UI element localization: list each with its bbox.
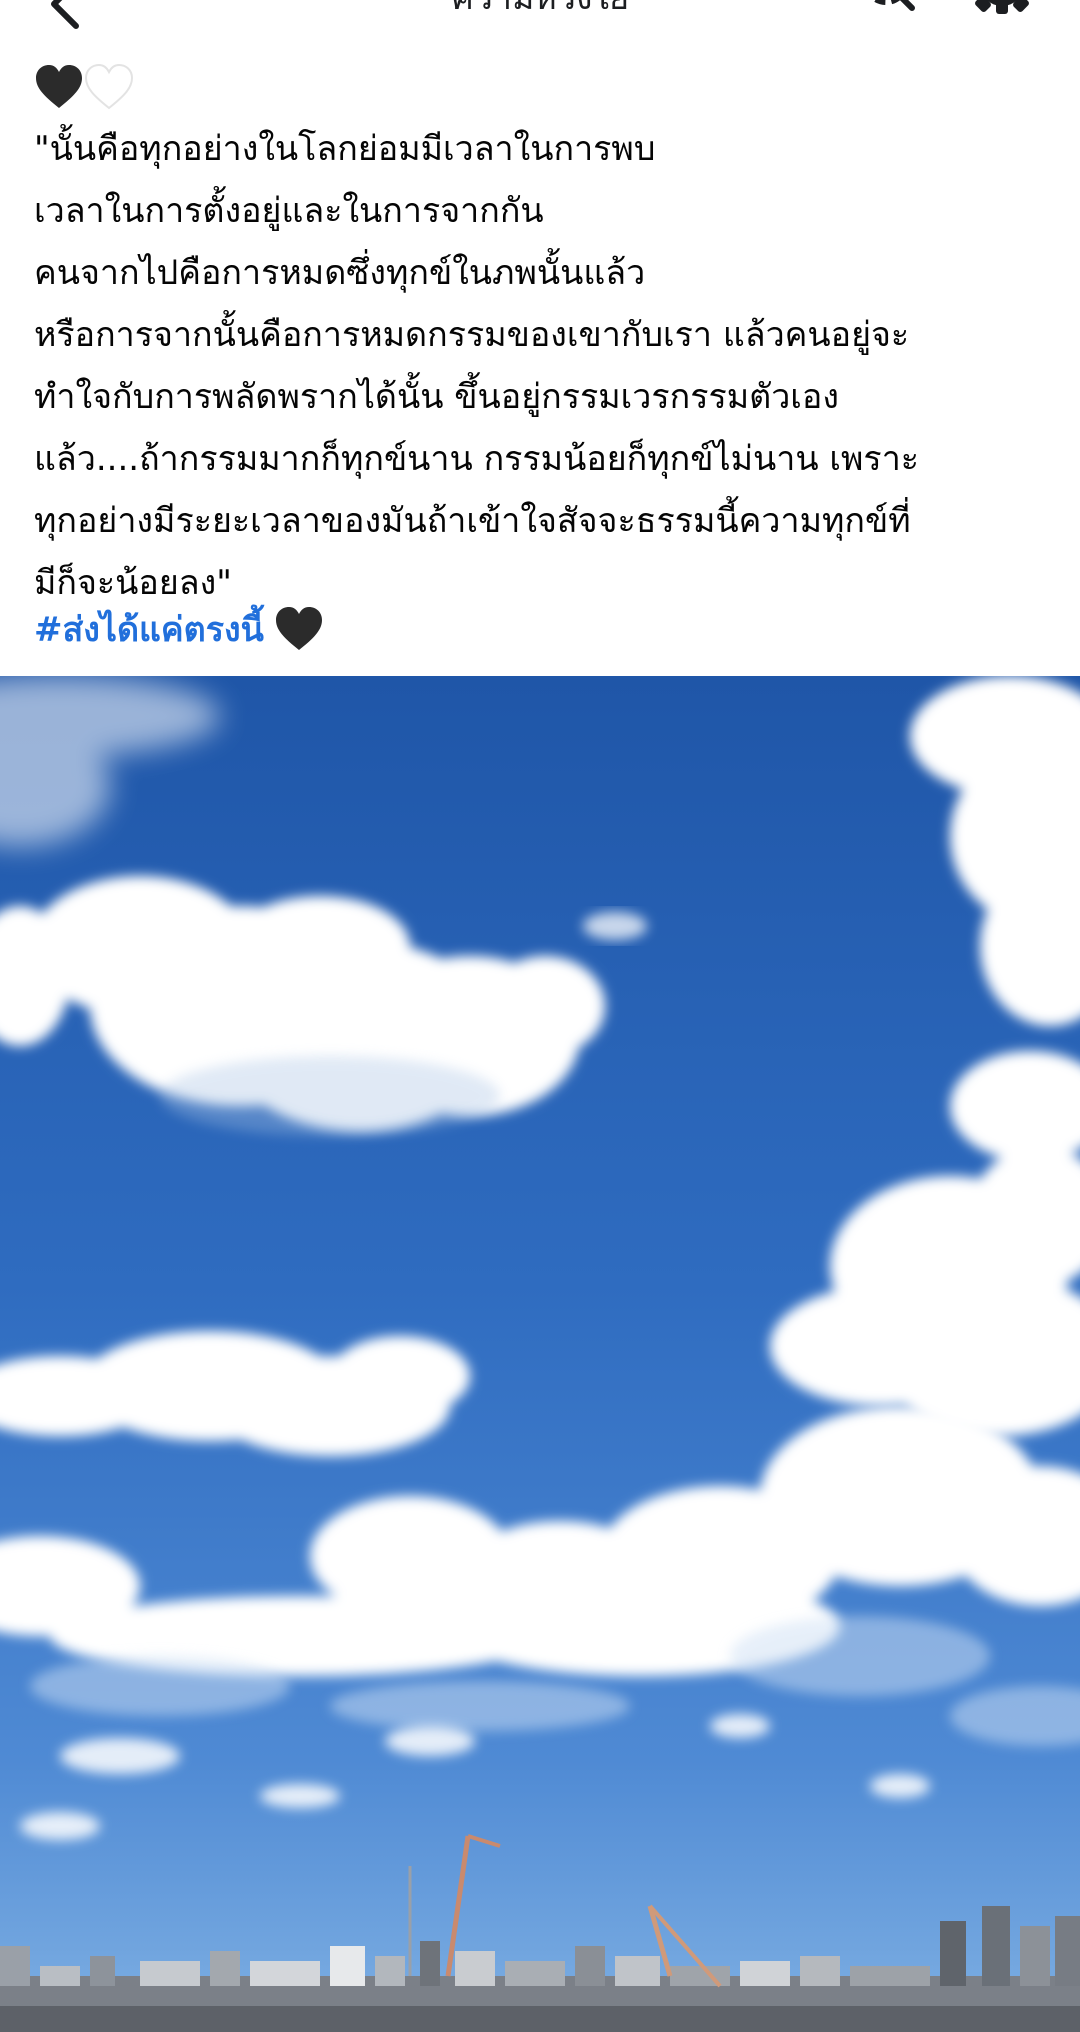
gear-icon: [975, 0, 1029, 14]
post-text-line: หรือการจากนั้นคือการหมดกรรมของเขากับเรา …: [34, 315, 910, 355]
hashtag-row: #ส่งได้แค่ตรงนี้: [34, 598, 324, 660]
post-body: "นั้นคือทุกอย่างในโลกย่อมมีเวลาในการพบ เ…: [0, 58, 1080, 676]
post-text-line: แล้ว....ถ้ากรรมมากก็ทุกข์นาน กรรมน้อยก็ท…: [34, 439, 920, 479]
search-button[interactable]: [846, 0, 926, 30]
post-text-line: คนจากไปคือการหมดซึ่งทุกข์ในภพนั้นแล้ว: [34, 253, 646, 293]
leading-emoji-row: [34, 62, 134, 112]
settings-button[interactable]: [962, 0, 1042, 30]
post-text-line: "นั้นคือทุกอย่างในโลกย่อมมีเวลาในการพบ: [34, 129, 656, 169]
white-heart-icon: [84, 64, 134, 110]
post-detail-screen: ความห่วงใย: [0, 0, 1080, 2032]
sky-photo[interactable]: [0, 676, 1080, 2032]
search-icon: [871, 0, 915, 11]
post-text-line: ทำใจกับการพลัดพรากได้นั้น ขึ้นอยู่กรรมเว…: [34, 377, 839, 417]
post-text-line: เวลาในการตั้งอยู่และในการจากกัน: [34, 191, 544, 231]
black-heart-icon: [275, 607, 322, 650]
hashtag-link[interactable]: #ส่งได้แค่ตรงนี้: [34, 602, 264, 656]
post-text-line: ทุกอย่างมีระยะเวลาของมันถ้าเข้าใจสัจจะธร…: [34, 501, 911, 541]
black-heart-icon: [36, 65, 82, 108]
post-text: "นั้นคือทุกอย่างในโลกย่อมมีเวลาในการพบ เ…: [34, 118, 1054, 614]
app-bar: ความห่วงใย: [0, 0, 1080, 60]
